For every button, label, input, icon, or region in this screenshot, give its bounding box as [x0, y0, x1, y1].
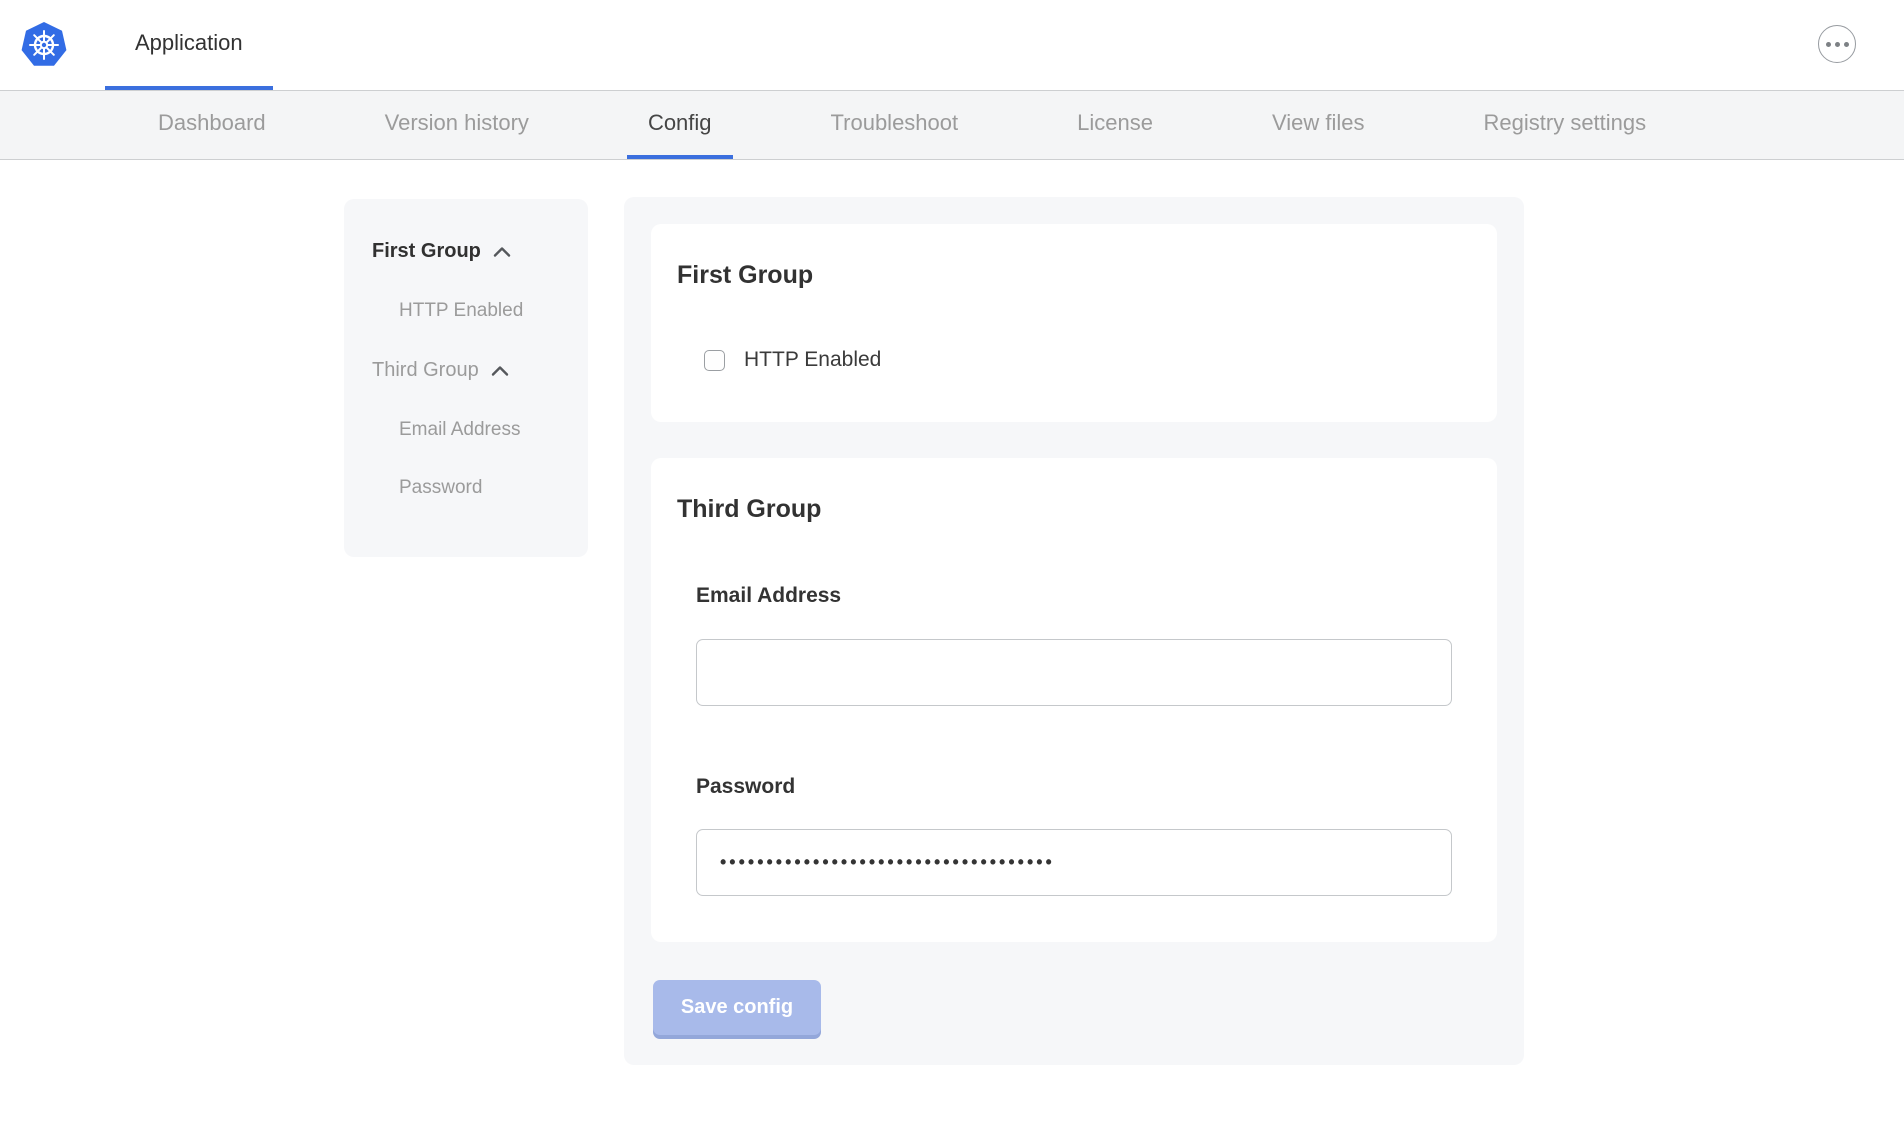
tab-application[interactable]: Application	[105, 0, 273, 90]
config-panel: First Group HTTP Enabled Third Group Ema…	[624, 197, 1524, 1065]
top-bar: Application	[0, 0, 1904, 90]
ellipsis-icon	[1844, 42, 1849, 47]
sidebar-group-label: Third Group	[372, 359, 479, 382]
config-group-sidebar: First Group HTTP Enabled Third Group Ema…	[344, 199, 588, 557]
email-address-input[interactable]	[696, 639, 1452, 706]
http-enabled-field: HTTP Enabled	[704, 348, 1497, 372]
tab-dashboard[interactable]: Dashboard	[137, 91, 287, 159]
tab-config[interactable]: Config	[627, 91, 733, 159]
chevron-up-icon	[492, 241, 512, 264]
group-title: Third Group	[677, 494, 1497, 524]
ellipsis-icon	[1826, 42, 1831, 47]
ellipsis-icon	[1835, 42, 1840, 47]
password-input[interactable]	[696, 829, 1452, 896]
app-nav-tabs: Dashboard Version history Config Trouble…	[0, 90, 1904, 160]
sidebar-item-http-enabled[interactable]: HTTP Enabled	[399, 300, 588, 322]
sidebar-group-label: First Group	[372, 240, 481, 263]
http-enabled-checkbox[interactable]	[704, 350, 725, 371]
tab-registry-settings[interactable]: Registry settings	[1463, 91, 1668, 159]
sidebar-item-third-group[interactable]: Third Group	[372, 358, 588, 383]
config-group-card-first: First Group HTTP Enabled	[651, 224, 1497, 422]
config-group-card-third: Third Group Email Address Password	[651, 458, 1497, 942]
kubernetes-logo-icon	[20, 21, 68, 69]
ellipsis-menu-button[interactable]	[1818, 25, 1856, 63]
sidebar-item-email-address[interactable]: Email Address	[399, 419, 588, 441]
tab-troubleshoot[interactable]: Troubleshoot	[810, 91, 980, 159]
sidebar-item-password[interactable]: Password	[399, 477, 588, 499]
chevron-up-icon	[490, 360, 510, 383]
group-title: First Group	[677, 260, 1497, 290]
config-page: First Group HTTP Enabled Third Group Ema…	[0, 160, 1904, 1121]
password-label: Password	[696, 775, 1497, 799]
tab-view-files[interactable]: View files	[1251, 91, 1386, 159]
tab-license[interactable]: License	[1056, 91, 1174, 159]
email-address-label: Email Address	[696, 584, 1497, 608]
sidebar-item-first-group[interactable]: First Group	[372, 239, 588, 264]
http-enabled-label[interactable]: HTTP Enabled	[744, 348, 881, 372]
save-config-button[interactable]: Save config	[653, 980, 821, 1035]
tab-version-history[interactable]: Version history	[364, 91, 550, 159]
